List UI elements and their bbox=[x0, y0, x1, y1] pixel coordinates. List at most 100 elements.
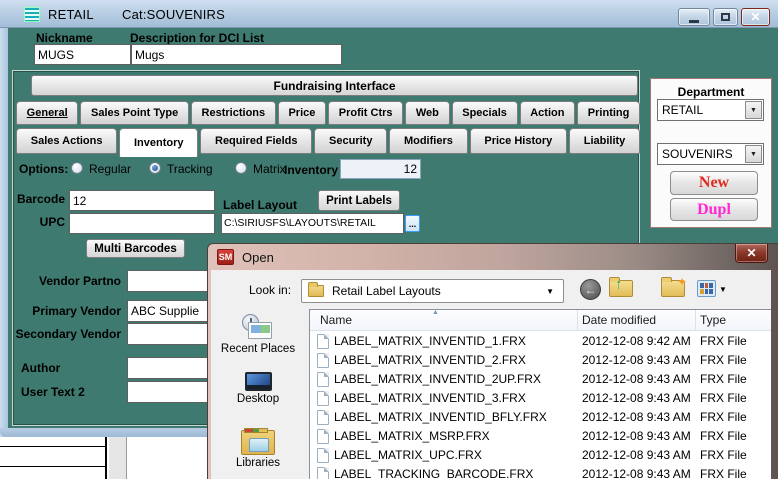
open-dialog-titlebar[interactable]: SM Open bbox=[208, 244, 778, 270]
secondary-vendor-label: Secondary Vendor bbox=[15, 327, 121, 341]
back-arrow-icon: ← bbox=[584, 282, 597, 297]
tab-price-history[interactable]: Price History bbox=[469, 128, 567, 154]
description-input[interactable] bbox=[131, 44, 342, 65]
dupl-button[interactable]: Dupl bbox=[670, 198, 758, 221]
tab-required-fields[interactable]: Required Fields bbox=[200, 128, 313, 154]
barcode-input[interactable] bbox=[69, 190, 215, 211]
dialog-close-button[interactable]: ✕ bbox=[735, 244, 768, 263]
file-row[interactable]: LABEL_MATRIX_INVENTID_BFLY.FRX 2012-12-0… bbox=[310, 408, 771, 427]
user-text2-label: User Text 2 bbox=[21, 385, 85, 399]
file-row[interactable]: LABEL_MATRIX_INVENTID_1.FRX 2012-12-08 9… bbox=[310, 332, 771, 351]
tab-liability[interactable]: Liability bbox=[568, 128, 641, 154]
view-menu-button[interactable] bbox=[697, 280, 716, 297]
radio-regular[interactable] bbox=[71, 162, 83, 174]
tab-printing[interactable]: Printing bbox=[577, 101, 641, 125]
back-button[interactable]: ← bbox=[580, 279, 601, 300]
window-title-app: RETAIL bbox=[48, 7, 94, 22]
folder-icon bbox=[308, 282, 324, 297]
open-dialog-title: Open bbox=[242, 249, 274, 265]
tab-security[interactable]: Security bbox=[314, 128, 388, 154]
radio-tracking[interactable] bbox=[149, 162, 161, 174]
description-label: Description for DCI List bbox=[130, 31, 265, 45]
background-grid-line bbox=[0, 466, 106, 467]
tab-profit-ctrs[interactable]: Profit Ctrs bbox=[328, 101, 404, 125]
minimize-button[interactable] bbox=[678, 8, 710, 26]
tab-general[interactable]: General bbox=[16, 101, 79, 125]
tab-row-1: General Sales Point Type Restrictions Pr… bbox=[16, 101, 641, 125]
print-labels-button[interactable]: Print Labels bbox=[318, 190, 400, 211]
look-in-label: Look in: bbox=[249, 283, 292, 297]
tab-price[interactable]: Price bbox=[277, 101, 327, 125]
author-label: Author bbox=[21, 361, 61, 375]
file-row[interactable]: LABEL_MATRIX_INVENTID_2UP.FRX 2012-12-08… bbox=[310, 370, 771, 389]
place-libraries[interactable]: Libraries bbox=[211, 428, 305, 469]
tab-web[interactable]: Web bbox=[405, 101, 450, 125]
multi-barcodes-button[interactable]: Multi Barcodes bbox=[86, 239, 185, 258]
file-icon bbox=[317, 372, 329, 387]
new-folder-spark-icon: ✦ bbox=[676, 275, 687, 289]
barcode-label: Barcode bbox=[16, 192, 65, 206]
nickname-label: Nickname bbox=[36, 31, 93, 45]
file-icon bbox=[317, 391, 329, 406]
column-separator[interactable] bbox=[695, 310, 696, 331]
radio-matrix[interactable] bbox=[235, 162, 247, 174]
upc-label: UPC bbox=[39, 215, 65, 229]
label-layout-label: Label Layout bbox=[223, 198, 298, 212]
close-button[interactable]: ✕ bbox=[741, 8, 770, 26]
chevron-down-icon[interactable]: ▼ bbox=[745, 145, 762, 163]
close-icon: ✕ bbox=[746, 246, 757, 260]
file-row[interactable]: LABEL_MATRIX_UPC.FRX 2012-12-08 9:43 AM … bbox=[310, 446, 771, 465]
file-icon bbox=[317, 429, 329, 444]
label-layout-path-field[interactable]: C:\SIRIUSFS\LAYOUTS\RETAIL LABELS bbox=[221, 213, 404, 234]
place-recent-places[interactable]: Recent Places bbox=[211, 314, 305, 355]
look-in-combo[interactable]: Retail Label Layouts ▼ bbox=[301, 279, 564, 303]
open-dialog: SM Open ✕ Look in: Retail Label Layouts … bbox=[207, 243, 778, 479]
main-window-titlebar[interactable]: RETAIL Cat:SOUVENIRS ✕ bbox=[0, 0, 778, 28]
department-category-panel: Department RETAIL ▼ Category SOUVENIRS ▼… bbox=[650, 78, 772, 228]
libraries-icon bbox=[241, 428, 275, 455]
new-button[interactable]: New bbox=[670, 171, 758, 195]
file-row[interactable]: LABEL_MATRIX_INVENTID_3.FRX 2012-12-08 9… bbox=[310, 389, 771, 408]
department-value: RETAIL bbox=[662, 103, 704, 117]
tab-sales-point-type[interactable]: Sales Point Type bbox=[80, 101, 189, 125]
chevron-down-icon[interactable]: ▼ bbox=[745, 101, 762, 119]
file-icon bbox=[317, 448, 329, 463]
sort-ascending-icon: ▲ bbox=[432, 309, 439, 316]
column-separator[interactable] bbox=[577, 310, 578, 331]
tab-specials[interactable]: Specials bbox=[451, 101, 518, 125]
options-label: Options: bbox=[19, 162, 69, 176]
file-list-header[interactable]: ▲ Name Date modified Type bbox=[310, 309, 771, 331]
tab-restrictions[interactable]: Restrictions bbox=[190, 101, 276, 125]
file-row[interactable]: LABEL_MATRIX_MSRP.FRX 2012-12-08 9:43 AM… bbox=[310, 427, 771, 446]
department-label: Department bbox=[677, 85, 745, 99]
tab-action[interactable]: Action bbox=[519, 101, 576, 125]
nickname-input[interactable] bbox=[34, 44, 131, 65]
window-title-category: Cat:SOUVENIRS bbox=[122, 7, 226, 22]
new-folder-button[interactable]: ✦ bbox=[661, 275, 687, 297]
fundraising-interface-button[interactable]: Fundraising Interface bbox=[31, 75, 638, 96]
upc-input[interactable] bbox=[69, 213, 215, 234]
file-row[interactable]: LABEL_TRACKING_BARCODE.FRX 2012-12-08 9:… bbox=[310, 465, 771, 479]
place-desktop[interactable]: Desktop bbox=[211, 372, 305, 405]
chevron-down-icon[interactable]: ▼ bbox=[719, 285, 727, 294]
tab-inventory[interactable]: Inventory bbox=[119, 128, 199, 157]
column-header-name[interactable]: Name bbox=[320, 313, 352, 327]
inventory-id-field: 12 bbox=[340, 159, 421, 179]
chevron-down-icon[interactable]: ▼ bbox=[546, 287, 563, 296]
category-combo[interactable]: SOUVENIRS ▼ bbox=[657, 143, 764, 165]
radio-regular-label: Regular bbox=[89, 162, 132, 176]
department-combo[interactable]: RETAIL ▼ bbox=[657, 99, 764, 121]
browse-button[interactable]: ... bbox=[405, 215, 420, 232]
window-frame bbox=[0, 28, 8, 437]
maximize-button[interactable] bbox=[713, 8, 738, 26]
column-header-type[interactable]: Type bbox=[700, 313, 726, 327]
category-value: SOUVENIRS bbox=[662, 147, 733, 161]
tab-modifiers[interactable]: Modifiers bbox=[389, 128, 468, 154]
column-header-date-modified[interactable]: Date modified bbox=[582, 313, 656, 327]
tab-sales-actions[interactable]: Sales Actions bbox=[16, 128, 118, 154]
up-one-level-button[interactable]: ↑ bbox=[609, 277, 633, 297]
recent-places-icon bbox=[240, 314, 276, 341]
file-icon bbox=[317, 467, 329, 479]
file-row[interactable]: LABEL_MATRIX_INVENTID_2.FRX 2012-12-08 9… bbox=[310, 351, 771, 370]
file-icon bbox=[317, 353, 329, 368]
